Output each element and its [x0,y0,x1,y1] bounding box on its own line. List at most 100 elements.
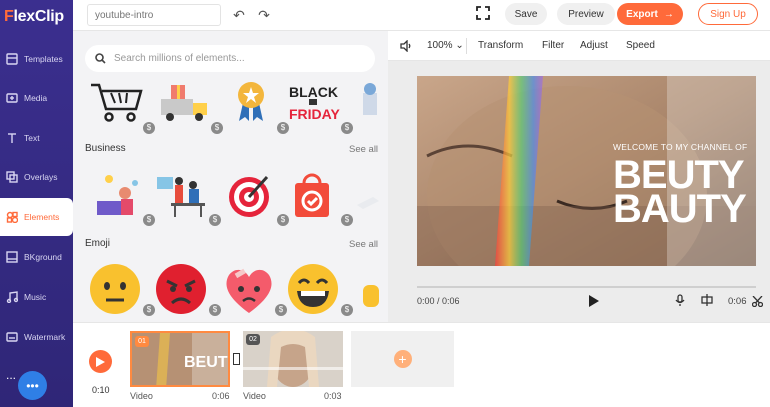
clip-label: Video [243,391,266,401]
clip-duration: 0:06 [212,391,230,401]
element-partial[interactable] [353,79,383,131]
sidebar-item-label: Overlays [24,172,58,182]
export-button[interactable]: Export → [617,3,683,25]
sidebar-item-bkground[interactable]: BKground [0,238,73,276]
export-label: Export [626,8,658,20]
chat-support-button[interactable]: ••• [18,371,47,400]
sidebar-item-label: Music [24,292,47,302]
logo-text: lexClip [13,8,64,25]
clip-duration: 0:03 [324,391,342,401]
text-icon [8,133,16,143]
element-gift-truck[interactable]: $ [157,79,223,134]
sidebar-item-label: Watermark [24,332,66,342]
timeline: 0:10 BEUTY 01 Video 0:06 02 Video 0:03 + [73,322,770,407]
sign-up-button[interactable]: Sign Up [698,3,758,25]
video-overlay-title-2: BAUTY [613,187,747,231]
split-icon[interactable] [701,294,713,306]
sidebar-item-label: Text [24,133,40,143]
save-button[interactable]: Save [505,3,547,25]
element-partial-3[interactable] [353,261,383,313]
flexclip-logo[interactable]: FlexClip [4,8,64,26]
filter-button[interactable]: Filter [542,40,564,51]
project-name-input[interactable] [87,4,221,26]
premium-badge-icon: $ [209,304,221,316]
element-business-laptop[interactable]: $ [89,171,155,226]
chat-bubble-icon: ••• [26,378,39,393]
top-bar: ↶ ↷ Save Preview Export → Sign Up [73,0,770,31]
sidebar-item-watermark[interactable]: Watermark [0,318,73,356]
sidebar-item-templates[interactable]: Templates [0,40,73,78]
premium-badge-icon: $ [341,304,353,316]
sidebar-item-label: BKground [24,252,62,262]
sidebar-item-label: Templates [24,54,63,64]
microphone-icon[interactable] [675,294,685,307]
element-black-friday[interactable]: BLACK FRIDAY $ [287,79,353,134]
watermark-icon [6,332,18,342]
section-title-emoji: Emoji [85,238,111,249]
element-emoji-heart[interactable]: $ [221,261,287,316]
sidebar-item-overlays[interactable]: Overlays [0,158,73,196]
clip-number: 02 [246,334,260,345]
play-icon [96,356,105,367]
fullscreen-icon[interactable] [476,6,490,20]
premium-badge-icon: $ [143,214,155,226]
transform-button[interactable]: Transform [478,40,523,51]
play-icon[interactable] [589,295,599,307]
element-shopping-bag[interactable]: $ [287,171,353,226]
more-icon[interactable]: ... [6,368,16,382]
media-icon [6,93,18,103]
element-star-badge[interactable]: $ [223,79,289,134]
premium-badge-icon: $ [341,214,353,226]
element-emoji-neutral[interactable]: $ [89,261,155,316]
clip-number: 01 [135,336,149,347]
element-emoji-laughing[interactable]: $ [287,261,353,316]
search-box[interactable]: Search millions of elements... [85,45,375,72]
timeline-play-button[interactable] [89,350,112,373]
premium-badge-icon: $ [143,304,155,316]
volume-icon[interactable] [400,39,412,55]
sidebar-item-media[interactable]: Media [0,79,73,117]
sidebar-item-elements[interactable]: Elements [0,198,73,236]
preview-button[interactable]: Preview [557,3,615,25]
sidebar-item-label: Media [24,93,48,103]
clip-label: Video [130,391,153,401]
preview-area: WELCOME TO MY CHANNEL OF BEUTY BAUTY [388,61,770,322]
see-all-emoji-link[interactable]: See all [349,239,378,250]
timeline-clip-2[interactable]: 02 [243,331,343,387]
zoom-value: 100% [427,40,453,51]
element-emoji-angry[interactable]: $ [155,261,221,316]
undo-icon[interactable]: ↶ [231,7,247,23]
templates-icon [6,53,18,65]
element-shopping-cart[interactable]: $ [89,79,155,134]
search-icon [95,53,106,64]
element-target[interactable]: $ [223,171,289,226]
element-business-meeting[interactable]: $ [155,171,221,226]
redo-icon[interactable]: ↷ [256,7,272,23]
timeline-clip-1[interactable]: BEUTY 01 [130,331,230,387]
chevron-down-icon: ⌄ [455,40,464,51]
premium-badge-icon: $ [341,122,353,134]
add-clip-button[interactable]: + [351,331,454,387]
background-icon [6,251,18,263]
music-icon [6,291,18,303]
premium-badge-icon: $ [275,304,287,316]
premium-badge-icon: $ [211,122,223,134]
zoom-select[interactable]: 100% ⌄ [427,40,464,51]
video-preview[interactable]: WELCOME TO MY CHANNEL OF BEUTY BAUTY [417,76,756,266]
sidebar-item-text[interactable]: Text [0,119,73,157]
adjust-button[interactable]: Adjust [580,40,608,51]
scissors-icon[interactable] [752,296,763,307]
video-overlay-subtitle: WELCOME TO MY CHANNEL OF [613,142,748,152]
playback-progress[interactable] [417,286,756,288]
duration-time: 0:06 [728,296,747,307]
speed-button[interactable]: Speed [626,40,655,51]
see-all-business-link[interactable]: See all [349,144,378,155]
arrow-right-icon: → [663,8,674,20]
sidebar-item-music[interactable]: Music [0,278,73,316]
transition-icon[interactable] [233,353,240,365]
element-partial-2[interactable] [353,171,383,223]
current-time: 0:00 / 0:06 [417,296,460,306]
svg-text:BLACK: BLACK [289,84,338,100]
svg-text:FRIDAY: FRIDAY [289,106,340,122]
section-title-business: Business [85,143,126,154]
